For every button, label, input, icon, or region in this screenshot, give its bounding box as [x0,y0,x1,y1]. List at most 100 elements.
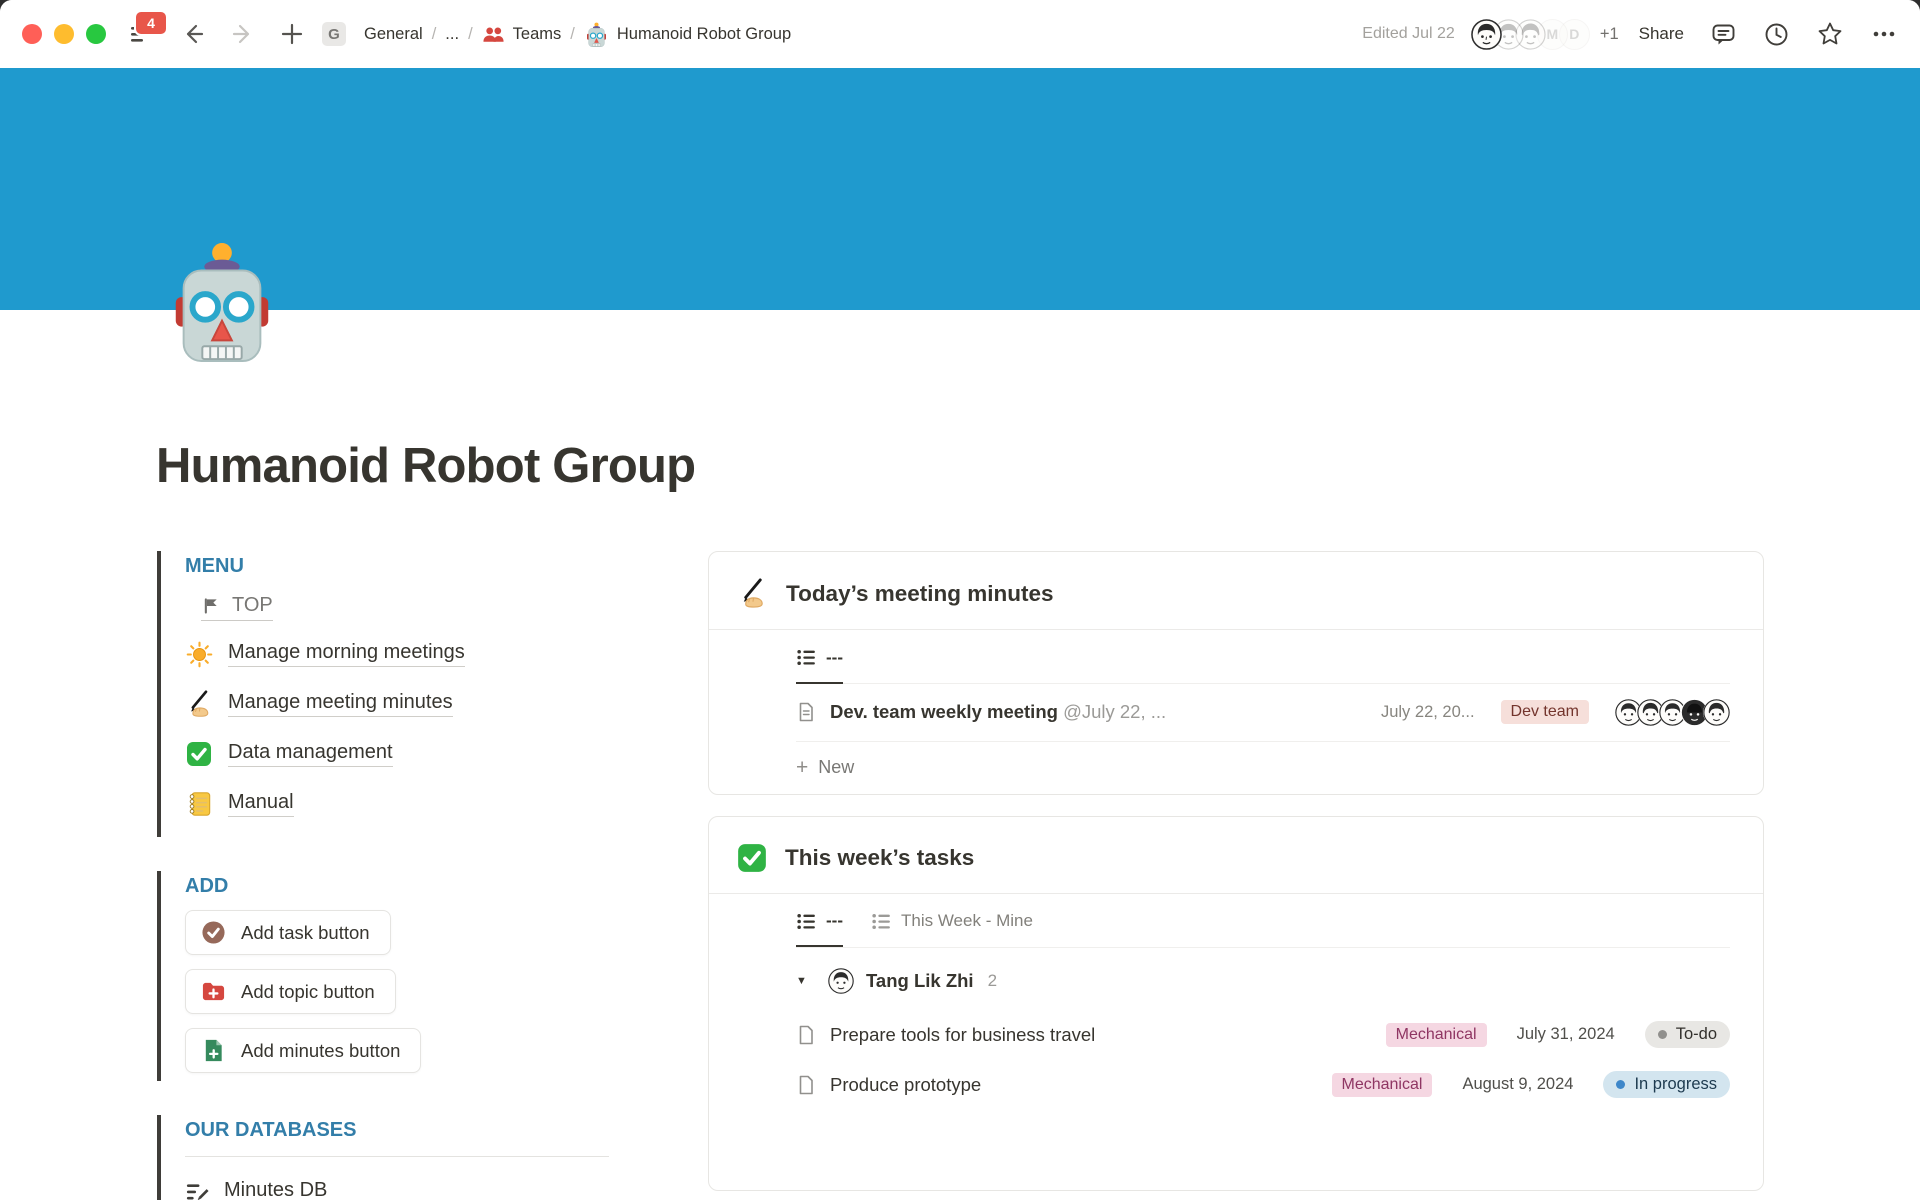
menu-link-data-management[interactable]: Data management [185,729,609,779]
menu-heading: MENU [185,555,609,578]
add-task-button[interactable]: Add task button [185,910,391,955]
back-button[interactable] [180,21,206,47]
meeting-title[interactable]: Dev. team weekly meeting @July 22, ... [830,701,1166,723]
card-body: --- This Week - Mine ▼ [709,894,1763,1110]
due-date-property[interactable]: July 31, 2024 [1517,1025,1615,1044]
toolbar: 4 G General / ... / [0,0,1920,68]
plus-icon [280,22,304,46]
view-tab-default[interactable]: --- [796,894,843,948]
breadcrumb-separator: / [468,25,473,44]
breadcrumb-item-general[interactable]: G General [322,22,423,46]
list-view-icon [796,647,817,668]
task-properties: Mechanical August 9, 2024 In progress [1332,1071,1731,1098]
last-edited-label[interactable]: Edited Jul 22 [1362,25,1455,43]
page-icon [796,1025,816,1045]
meeting-minutes-card: Today’s meeting minutes --- [708,551,1764,795]
topic-folder-icon [201,979,226,1004]
close-window-button[interactable] [22,24,42,44]
comments-button[interactable] [1710,21,1737,48]
menu-link-top[interactable]: TOP [201,594,273,621]
breadcrumb-item-ellipsis[interactable]: ... [445,25,459,44]
breadcrumb-label: ... [445,25,459,44]
menu-link-morning-meetings[interactable]: Manage morning meetings [185,629,609,679]
toolbar-right: Edited Jul 22 [1362,19,1898,50]
menu-link-meeting-minutes[interactable]: Manage meeting minutes [185,679,609,729]
task-row[interactable]: Prepare tools for business travel Mechan… [796,1010,1730,1060]
writing-hand-icon [185,690,213,718]
share-button[interactable]: Share [1639,24,1684,44]
category-tag[interactable]: Mechanical [1332,1073,1433,1097]
list-view-icon [796,911,817,932]
group-name[interactable]: Tang Lik Zhi [866,970,974,992]
due-date-property[interactable]: August 9, 2024 [1462,1075,1573,1094]
status-label: To-do [1676,1025,1717,1044]
team-tag[interactable]: Dev team [1501,700,1589,724]
task-row[interactable]: Produce prototype Mechanical August 9, 2… [796,1060,1730,1110]
page-icon-button[interactable] [162,240,282,362]
task-title[interactable]: Prepare tools for business travel [830,1024,1095,1046]
sidebar-toggle-button[interactable]: 4 [128,21,154,47]
meeting-date-property[interactable]: July 22, 20... [1381,703,1475,722]
divider [185,1156,609,1157]
view-tab-default[interactable]: --- [796,630,843,684]
zoom-window-button[interactable] [86,24,106,44]
add-heading: ADD [185,875,609,898]
new-page-button[interactable] [280,22,304,46]
row-properties: July 22, 20... Dev team [1381,699,1730,726]
breadcrumb-separator: / [432,25,437,44]
task-title[interactable]: Produce prototype [830,1074,981,1096]
robot-icon [162,240,282,362]
minimize-window-button[interactable] [54,24,74,44]
forward-button[interactable] [230,21,256,47]
person-face-avatar [1471,19,1502,50]
add-minutes-button[interactable]: Add minutes button [185,1028,421,1073]
view-tabs: --- This Week - Mine [796,894,1730,948]
workspace-badge-icon: G [322,22,346,46]
new-label: New [818,757,854,778]
traffic-lights [22,24,106,44]
card-title: This week’s tasks [785,845,974,871]
avatar[interactable] [1471,19,1502,50]
minutes-db-link[interactable]: Minutes DB [185,1179,609,1200]
forward-arrow-icon [230,21,256,47]
view-tab-label: This Week - Mine [901,911,1033,931]
card-body: --- Dev. team weekly meeting @July 22, .… [709,630,1763,794]
left-column: MENU TOP [157,551,609,1200]
view-tab-label: --- [826,911,843,931]
new-row-button[interactable]: + New [796,742,1730,794]
view-tab-this-week-mine[interactable]: This Week - Mine [871,894,1033,947]
updates-history-button[interactable] [1763,21,1790,48]
meeting-row[interactable]: Dev. team weekly meeting @July 22, ... J… [796,684,1730,742]
robot-icon [584,22,609,47]
status-badge[interactable]: In progress [1603,1071,1730,1098]
breadcrumb-item-teams[interactable]: Teams [482,23,562,46]
page-title[interactable]: Humanoid Robot Group [156,438,695,494]
presence-overflow-count[interactable]: +1 [1600,25,1619,44]
breadcrumb-label: Humanoid Robot Group [617,25,791,44]
date-mention: @July 22, ... [1063,701,1166,722]
add-topic-button[interactable]: Add topic button [185,969,396,1014]
button-label: Add topic button [241,981,375,1003]
menu-link-manual[interactable]: Manual [185,779,609,829]
status-label: In progress [1634,1075,1717,1094]
database-pencil-icon [185,1180,210,1200]
status-dot-icon [1616,1080,1625,1089]
group-header-row: ▼ Tang Lik Zhi 2 [796,952,1730,1010]
status-badge[interactable]: To-do [1645,1021,1730,1048]
menu-section: MENU TOP [157,551,609,837]
attendee-avatars[interactable] [1615,699,1730,726]
breadcrumb-item-current-page[interactable]: Humanoid Robot Group [584,22,791,47]
toggle-triangle-icon[interactable]: ▼ [796,975,822,987]
card-title: Today’s meeting minutes [786,581,1054,607]
favorite-button[interactable] [1816,20,1844,48]
category-tag[interactable]: Mechanical [1386,1023,1487,1047]
back-arrow-icon [180,21,206,47]
more-options-button[interactable] [1870,20,1898,48]
page-body: MENU TOP [157,551,1764,1200]
status-dot-icon [1658,1030,1667,1039]
person-face-avatar [1703,699,1730,726]
more-ellipsis-icon [1870,20,1898,48]
weekly-tasks-card: This week’s tasks --- [708,816,1764,1191]
toolbar-actions [1710,20,1898,48]
plus-icon: + [796,757,808,778]
